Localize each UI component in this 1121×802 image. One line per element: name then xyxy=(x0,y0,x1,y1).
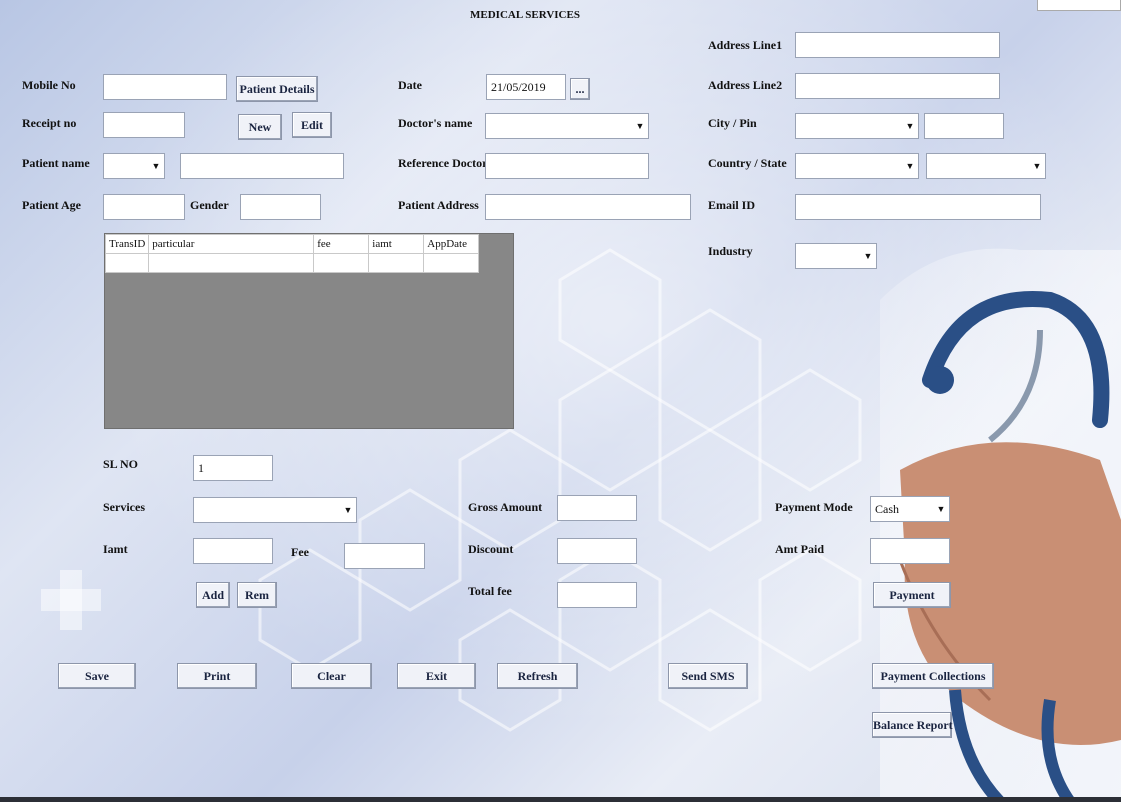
patient-address-input[interactable] xyxy=(485,194,691,220)
chevron-down-icon: ▼ xyxy=(936,504,946,514)
discount-input[interactable] xyxy=(557,538,637,564)
mobile-input[interactable] xyxy=(103,74,227,100)
gender-label: Gender xyxy=(190,198,229,212)
column-header[interactable]: AppDate xyxy=(423,234,480,254)
date-label: Date xyxy=(398,78,422,92)
gender-input[interactable] xyxy=(240,194,321,220)
patient-title-select[interactable]: ▼ xyxy=(103,153,165,179)
services-grid[interactable]: TransID particular fee iamt AppDate xyxy=(104,233,514,429)
date-picker-button[interactable]: ... xyxy=(570,78,590,100)
clear-button[interactable]: Clear xyxy=(291,663,372,689)
reference-doctor-label: Reference Doctor xyxy=(398,156,488,170)
payment-collections-button[interactable]: Payment Collections xyxy=(872,663,994,689)
address-line1-label: Address Line1 xyxy=(708,38,783,52)
total-fee-label: Total fee xyxy=(468,584,512,598)
services-select[interactable]: ▼ xyxy=(193,497,357,523)
country-state-label: Country / State xyxy=(708,156,787,170)
table-row[interactable] xyxy=(104,253,480,273)
industry-label: Industry xyxy=(708,244,753,258)
slno-label: SL NO xyxy=(103,457,139,471)
iamt-label: Iamt xyxy=(103,542,128,556)
fee-label: Fee xyxy=(291,545,309,559)
chevron-down-icon: ▼ xyxy=(343,505,353,515)
patient-age-input[interactable] xyxy=(103,194,185,220)
city-select[interactable]: ▼ xyxy=(795,113,919,139)
save-button[interactable]: Save xyxy=(58,663,136,689)
window-title: MEDICAL SERVICES xyxy=(470,9,580,21)
patient-age-label: Patient Age xyxy=(22,198,81,212)
refresh-button[interactable]: Refresh xyxy=(497,663,578,689)
patient-name-input[interactable] xyxy=(180,153,344,179)
table-cell[interactable] xyxy=(148,253,315,273)
services-label: Services xyxy=(103,500,145,514)
patient-name-label: Patient name xyxy=(22,156,90,170)
slno-input[interactable] xyxy=(193,455,273,481)
amt-paid-label: Amt Paid xyxy=(775,542,824,556)
address-line2-input[interactable] xyxy=(795,73,1000,99)
address-line1-input[interactable] xyxy=(795,32,1000,58)
date-input[interactable] xyxy=(486,74,566,100)
amt-paid-input[interactable] xyxy=(870,538,950,564)
payment-button[interactable]: Payment xyxy=(873,582,951,608)
chevron-down-icon: ▼ xyxy=(635,121,645,131)
pin-input[interactable] xyxy=(924,113,1004,139)
fee-input[interactable] xyxy=(344,543,425,569)
payment-mode-select[interactable]: Cash ▼ xyxy=(870,496,950,522)
patient-details-button[interactable]: Patient Details xyxy=(236,76,318,102)
rem-button[interactable]: Rem xyxy=(237,582,277,608)
chevron-down-icon: ▼ xyxy=(1032,161,1042,171)
chevron-down-icon: ▼ xyxy=(151,161,161,171)
email-input[interactable] xyxy=(795,194,1041,220)
receipt-label: Receipt no xyxy=(22,116,77,130)
state-select[interactable]: ▼ xyxy=(926,153,1046,179)
gross-amount-input[interactable] xyxy=(557,495,637,521)
print-button[interactable]: Print xyxy=(177,663,257,689)
taskbar-strip xyxy=(0,797,1121,802)
chevron-down-icon: ▼ xyxy=(905,121,915,131)
table-cell[interactable] xyxy=(313,253,370,273)
payment-mode-value: Cash xyxy=(875,502,899,516)
payment-mode-label: Payment Mode xyxy=(775,500,853,514)
doctor-select[interactable]: ▼ xyxy=(485,113,649,139)
exit-button[interactable]: Exit xyxy=(397,663,476,689)
doctor-label: Doctor's name xyxy=(398,116,473,130)
table-cell[interactable] xyxy=(104,253,150,273)
table-cell[interactable] xyxy=(368,253,425,273)
chevron-down-icon: ▼ xyxy=(905,161,915,171)
column-header[interactable]: fee xyxy=(313,234,370,254)
chevron-down-icon: ▼ xyxy=(863,251,873,261)
column-header[interactable]: TransID xyxy=(104,234,150,254)
receipt-input[interactable] xyxy=(103,112,185,138)
reference-doctor-input[interactable] xyxy=(485,153,649,179)
column-header[interactable]: iamt xyxy=(368,234,425,254)
send-sms-button[interactable]: Send SMS xyxy=(668,663,748,689)
add-button[interactable]: Add xyxy=(196,582,230,608)
total-fee-input[interactable] xyxy=(557,582,637,608)
city-pin-label: City / Pin xyxy=(708,116,757,130)
edit-button[interactable]: Edit xyxy=(292,112,332,138)
table-cell[interactable] xyxy=(423,253,480,273)
table-header-row: TransID particular fee iamt AppDate xyxy=(104,234,480,254)
country-select[interactable]: ▼ xyxy=(795,153,919,179)
iamt-input[interactable] xyxy=(193,538,273,564)
mobile-label: Mobile No xyxy=(22,78,76,92)
corner-field[interactable] xyxy=(1037,0,1121,11)
industry-select[interactable]: ▼ xyxy=(795,243,877,269)
email-label: Email ID xyxy=(708,198,756,212)
column-header[interactable]: particular xyxy=(148,234,315,254)
gross-amount-label: Gross Amount xyxy=(468,500,543,514)
services-table: TransID particular fee iamt AppDate xyxy=(104,234,480,273)
new-button[interactable]: New xyxy=(238,114,282,140)
discount-label: Discount xyxy=(468,542,514,556)
address-line2-label: Address Line2 xyxy=(708,78,783,92)
balance-report-button[interactable]: Balance Report xyxy=(872,712,953,738)
patient-address-label: Patient Address xyxy=(398,198,479,212)
